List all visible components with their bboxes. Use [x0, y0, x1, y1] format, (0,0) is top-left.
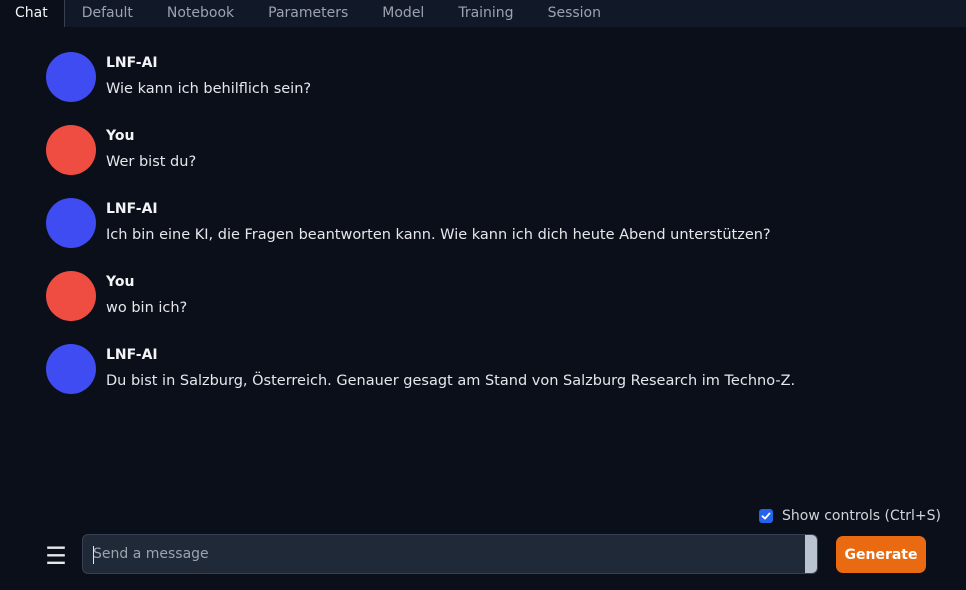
user-avatar: [46, 125, 96, 175]
show-controls-checkbox[interactable]: [759, 509, 773, 523]
message-body: You Wer bist du?: [106, 125, 196, 171]
ai-avatar: [46, 344, 96, 394]
message-author: LNF-AI: [106, 201, 158, 217]
message-author: LNF-AI: [106, 347, 158, 363]
chat-message: LNF-AI Du bist in Salzburg, Österreich. …: [46, 344, 926, 417]
generate-button[interactable]: Generate: [836, 536, 926, 573]
message-text: Wer bist du?: [106, 154, 197, 170]
chat-message: You Wer bist du?: [46, 125, 926, 198]
show-controls-toggle[interactable]: Show controls (Ctrl+S): [759, 508, 941, 524]
message-input-container: [82, 534, 818, 574]
chat-message: LNF-AI Ich bin eine KI, die Fragen beant…: [46, 198, 926, 271]
hamburger-menu-icon[interactable]: ☰: [45, 543, 67, 569]
message-text: wo bin ich?: [106, 300, 188, 316]
chat-history: LNF-AI Wie kann ich behilflich sein? You…: [46, 52, 926, 417]
message-author: You: [106, 274, 135, 290]
message-body: LNF-AI Wie kann ich behilflich sein?: [106, 52, 311, 98]
message-text: Wie kann ich behilflich sein?: [106, 81, 312, 97]
message-body: LNF-AI Du bist in Salzburg, Österreich. …: [106, 344, 795, 390]
message-author: You: [106, 128, 135, 144]
tab-default[interactable]: Default: [65, 0, 150, 27]
ai-avatar: [46, 52, 96, 102]
text-caret: [93, 546, 94, 564]
input-scrollbar[interactable]: [805, 535, 817, 573]
tab-session[interactable]: Session: [531, 0, 618, 27]
tab-training[interactable]: Training: [441, 0, 530, 27]
message-author: LNF-AI: [106, 55, 158, 71]
message-text: Ich bin eine KI, die Fragen beantworten …: [106, 227, 771, 243]
message-text: Du bist in Salzburg, Österreich. Genauer…: [106, 373, 796, 389]
chat-message: LNF-AI Wie kann ich behilflich sein?: [46, 52, 926, 125]
checkmark-icon: [761, 512, 771, 520]
message-input[interactable]: [83, 535, 807, 573]
show-controls-label: Show controls (Ctrl+S): [782, 508, 941, 524]
tab-chat[interactable]: Chat: [0, 0, 65, 27]
ai-avatar: [46, 198, 96, 248]
message-body: LNF-AI Ich bin eine KI, die Fragen beant…: [106, 198, 771, 244]
message-body: You wo bin ich?: [106, 271, 187, 317]
tab-parameters[interactable]: Parameters: [251, 0, 365, 27]
tab-notebook[interactable]: Notebook: [150, 0, 251, 27]
tab-bar: Chat Default Notebook Parameters Model T…: [0, 0, 966, 27]
user-avatar: [46, 271, 96, 321]
chat-message: You wo bin ich?: [46, 271, 926, 344]
tab-model[interactable]: Model: [365, 0, 441, 27]
